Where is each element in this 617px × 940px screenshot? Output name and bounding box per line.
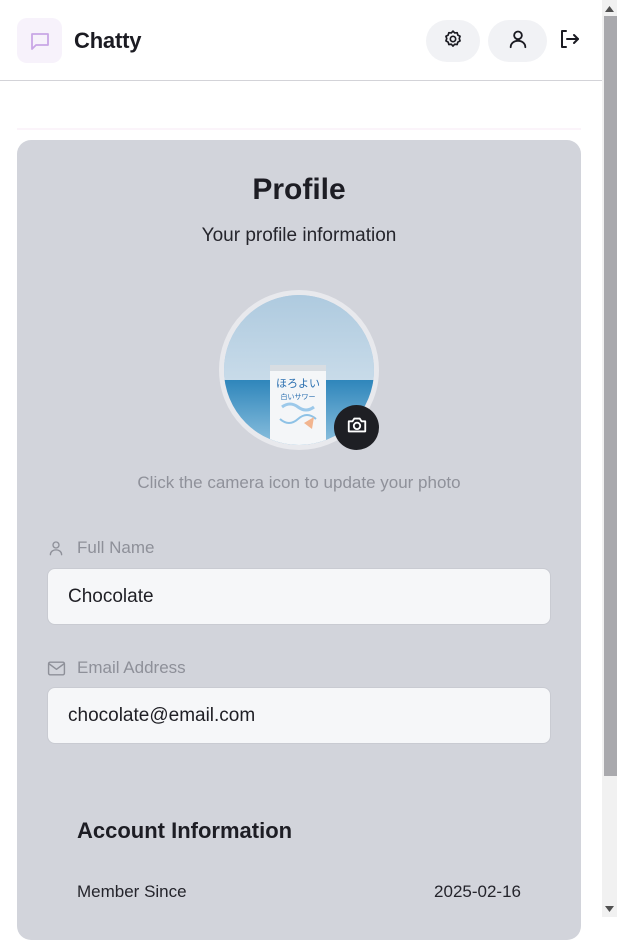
member-since-label: Member Since [77, 882, 187, 901]
email-label: Email Address [47, 658, 186, 678]
email-label-text: Email Address [77, 658, 186, 677]
member-since-row: Member Since 2025-02-16 [77, 882, 521, 902]
app-name: Chatty [74, 27, 142, 53]
email-field[interactable]: chocolate@email.com [47, 687, 551, 744]
page-scrollbar[interactable] [602, 0, 617, 917]
full-name-label-text: Full Name [77, 538, 155, 557]
upload-photo-button[interactable] [334, 405, 379, 450]
gear-icon [443, 29, 463, 54]
user-icon [507, 28, 529, 55]
profile-button[interactable] [488, 20, 547, 62]
account-info-title: Account Information [77, 818, 293, 843]
mail-icon [47, 658, 67, 678]
top-navbar: Chatty [0, 0, 602, 81]
card-top-edge [17, 128, 581, 140]
full-name-value: Chocolate [68, 585, 154, 607]
scrollbar-thumb[interactable] [604, 16, 617, 776]
scroll-up-arrow-icon[interactable] [602, 2, 617, 16]
settings-button[interactable] [426, 20, 480, 62]
logout-button[interactable] [552, 20, 586, 62]
camera-icon [346, 414, 368, 441]
brand-link[interactable]: Chatty [17, 18, 141, 63]
scroll-down-arrow-icon[interactable] [602, 902, 617, 916]
full-name-label: Full Name [47, 538, 154, 558]
svg-text:ほろよい: ほろよい [276, 377, 320, 390]
email-value: chocolate@email.com [68, 704, 256, 726]
profile-card: Profile Your profile information ほろよい 白い… [17, 140, 581, 940]
logout-icon [557, 27, 581, 56]
message-square-icon [17, 18, 62, 63]
photo-hint: Click the camera icon to update your pho… [137, 473, 461, 492]
full-name-field[interactable]: Chocolate [47, 568, 551, 625]
user-icon [47, 538, 67, 558]
page-title: Profile [252, 173, 346, 206]
svg-text:白いサワー: 白いサワー [281, 392, 316, 401]
member-since-value: 2025-02-16 [434, 882, 521, 901]
page-subtitle: Your profile information [201, 225, 397, 246]
